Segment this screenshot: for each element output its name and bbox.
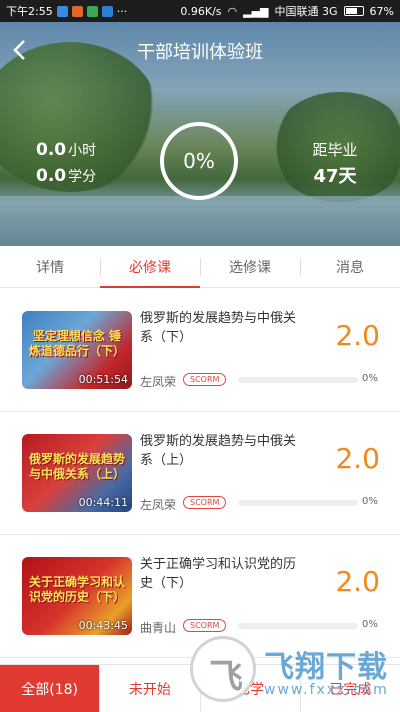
course-title: 俄罗斯的发展趋势与中俄关系（下） xyxy=(140,311,297,345)
battery-icon xyxy=(343,6,364,16)
course-progress-bar xyxy=(238,623,358,629)
course-type-badge: SCORM xyxy=(183,373,227,386)
course-title: 俄罗斯的发展趋势与中俄关系（上） xyxy=(140,434,297,468)
thumbnail-caption: 俄罗斯的发展趋势与中俄关系（上） xyxy=(28,452,125,481)
tab-required[interactable]: 必修课 xyxy=(100,246,200,288)
course-tabs: 详情 必修课 选修课 消息 xyxy=(0,246,400,288)
status-time: 下午2:55 xyxy=(6,5,53,18)
study-credits: 0.0 学分 xyxy=(36,166,96,186)
status-filter-bar: 全部(18) 未开始 已学 已完成 xyxy=(0,664,400,712)
tab-elective[interactable]: 选修课 xyxy=(200,246,300,287)
course-progress-text: 0% xyxy=(362,496,378,507)
course-duration: 00:43:45 xyxy=(78,619,128,632)
course-title: 关于正确学习和认识党的历史（下） xyxy=(140,557,297,591)
course-progress-text: 0% xyxy=(362,619,378,630)
status-bar: 下午2:55 ··· 0.96K/s ◠ ▂▄▆ 中国联通 3G 67% xyxy=(0,0,400,22)
more-icon: ··· xyxy=(116,4,128,18)
course-type-badge: SCORM xyxy=(183,619,227,632)
signal-icon: ▂▄▆ xyxy=(243,4,269,18)
course-progress-bar xyxy=(238,500,358,506)
filter-not-started[interactable]: 未开始 xyxy=(99,665,199,712)
course-credit: 2.0 xyxy=(335,565,380,598)
wifi-icon: ◠ xyxy=(227,4,238,18)
battery-percent: 67% xyxy=(369,4,394,18)
hours-value: 0.0 xyxy=(36,140,67,160)
course-thumbnail[interactable]: 关于正确学习和认识党的历史（下） 00:43:45 xyxy=(22,557,132,635)
course-item[interactable]: 坚定理想信念 锤炼道德品行（下） 00:51:54 俄罗斯的发展趋势与中俄关系（… xyxy=(0,289,400,412)
course-credit: 2.0 xyxy=(335,442,380,475)
carrier-name: 中国联通 3G xyxy=(274,5,338,18)
course-thumbnail[interactable]: 坚定理想信念 锤炼道德品行（下） 00:51:54 xyxy=(22,311,132,389)
notification-icon xyxy=(86,5,98,17)
filter-studied[interactable]: 已学 xyxy=(199,665,300,712)
credits-value: 0.0 xyxy=(36,166,67,186)
course-duration: 00:44:11 xyxy=(78,496,128,509)
page-title: 干部培训体验班 xyxy=(137,42,263,63)
notification-icon xyxy=(56,5,68,17)
course-teacher: 左凤荣 xyxy=(140,498,177,512)
credits-unit: 学分 xyxy=(68,169,97,185)
network-speed: 0.96K/s xyxy=(180,4,222,18)
course-item[interactable]: 关于正确学习和认识党的历史（下） 00:43:45 关于正确学习和认识党的历史（… xyxy=(0,535,400,658)
course-duration: 00:51:54 xyxy=(78,373,128,386)
overall-progress-text: 0% xyxy=(183,149,215,173)
overall-progress-ring: 0% xyxy=(160,122,238,200)
thumbnail-caption: 关于正确学习和认识党的历史（下） xyxy=(28,575,125,604)
hours-unit: 小时 xyxy=(68,143,97,159)
graduation-days: 47天 xyxy=(313,166,357,187)
notification-icon xyxy=(71,5,83,17)
thumbnail-caption: 坚定理想信念 锤炼道德品行（下） xyxy=(28,329,125,358)
filter-all[interactable]: 全部(18) xyxy=(0,665,100,712)
course-type-badge: SCORM xyxy=(183,496,227,509)
course-credit: 2.0 xyxy=(335,319,380,352)
tab-messages[interactable]: 消息 xyxy=(300,246,400,287)
course-item[interactable]: 俄罗斯的发展趋势与中俄关系（上） 00:44:11 俄罗斯的发展趋势与中俄关系（… xyxy=(0,412,400,535)
study-hours: 0.0 小时 xyxy=(36,140,96,160)
filter-completed[interactable]: 已完成 xyxy=(299,665,400,712)
course-progress-bar xyxy=(238,377,358,383)
course-thumbnail[interactable]: 俄罗斯的发展趋势与中俄关系（上） 00:44:11 xyxy=(22,434,132,512)
notification-icon xyxy=(101,5,113,17)
course-teacher: 曲青山 xyxy=(140,621,177,635)
course-teacher: 左凤荣 xyxy=(140,375,177,389)
tab-details[interactable]: 详情 xyxy=(0,246,100,287)
graduation-label: 距毕业 xyxy=(312,141,358,159)
course-progress-text: 0% xyxy=(362,373,378,384)
